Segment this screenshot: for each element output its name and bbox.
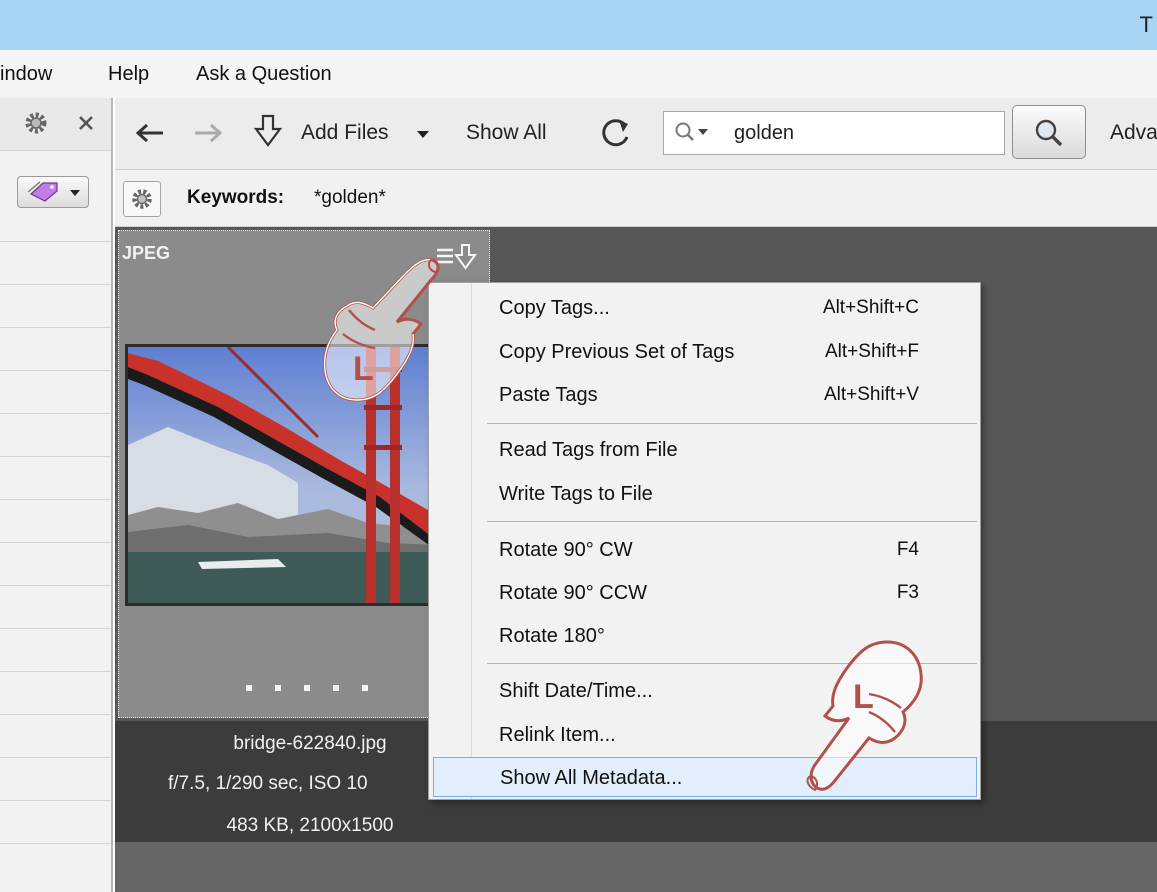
left-panel-header	[0, 98, 111, 151]
window-title: T	[1139, 12, 1153, 37]
menu-item-shortcut: Alt+Shift+V	[823, 384, 919, 405]
rating-dot[interactable]	[275, 685, 281, 691]
menu-item-label: Rotate 180°	[499, 625, 605, 647]
left-panel	[0, 98, 113, 892]
left-click-label: L	[853, 678, 874, 716]
file-size-dimensions: 483 KB, 2100x1500	[226, 815, 394, 836]
menu-item-label: Write Tags to File	[499, 483, 653, 505]
panel-divider	[0, 585, 111, 586]
menu-item-shortcut: F3	[896, 582, 919, 603]
menu-item-copy-tags[interactable]: Copy Tags... Alt+Shift+C	[471, 288, 977, 328]
rating-dot[interactable]	[304, 685, 310, 691]
pointing-hand-annotation: L	[806, 640, 923, 792]
menu-item-read-tags[interactable]: Read Tags from File	[471, 430, 977, 470]
close-icon[interactable]	[77, 114, 95, 132]
menu-window[interactable]: indow	[0, 63, 52, 86]
menu-separator	[487, 423, 977, 424]
menu-item-copy-previous-tags[interactable]: Copy Previous Set of Tags Alt+Shift+F	[471, 332, 977, 372]
panel-divider	[0, 499, 111, 500]
panel-divider	[0, 714, 111, 715]
menu-separator	[487, 521, 977, 522]
gear-icon[interactable]	[22, 109, 50, 137]
file-exif: f/7.5, 1/290 sec, ISO 10	[168, 773, 368, 794]
menu-item-label: Relink Item...	[499, 724, 616, 746]
panel-divider	[0, 284, 111, 285]
file-name: bridge-622840.jpg	[233, 733, 387, 754]
menu-item-label: Show All Metadata...	[500, 767, 683, 789]
keyword-filter-bar: Keywords: *golden*	[115, 170, 1157, 227]
panel-divider	[0, 671, 111, 672]
search-button[interactable]	[1012, 105, 1086, 159]
menu-item-label: Copy Previous Set of Tags	[499, 341, 735, 363]
tag-icon	[27, 181, 58, 202]
chevron-down-icon[interactable]	[416, 130, 430, 139]
content-bottom-strip	[115, 842, 1157, 892]
menu-item-label: Read Tags from File	[499, 439, 678, 461]
advanced-search-button[interactable]: Adva	[1110, 121, 1157, 145]
file-format-label: JPEG	[122, 243, 171, 263]
panel-divider	[0, 843, 111, 844]
menu-item-rotate-cw[interactable]: Rotate 90° CW F4	[471, 530, 977, 570]
rating-dot[interactable]	[246, 685, 252, 691]
gear-icon	[132, 189, 152, 209]
refresh-icon[interactable]	[599, 116, 633, 150]
menu-item-paste-tags[interactable]: Paste Tags Alt+Shift+V	[471, 375, 977, 415]
search-options-icon[interactable]	[674, 121, 712, 145]
menu-item-shortcut: F4	[896, 539, 919, 560]
panel-divider	[0, 241, 111, 242]
add-files-down-arrow-icon	[254, 114, 282, 147]
keyword-options-button[interactable]	[123, 181, 161, 217]
menu-item-label: Paste Tags	[499, 384, 598, 406]
rating-dot[interactable]	[333, 685, 339, 691]
panel-divider	[0, 542, 111, 543]
menu-ask-a-question[interactable]: Ask a Question	[196, 63, 332, 86]
menu-item-label: Shift Date/Time...	[499, 680, 653, 702]
menu-help[interactable]: Help	[108, 63, 149, 86]
chevron-down-icon	[70, 190, 80, 196]
panel-divider	[0, 628, 111, 629]
title-bar: T	[0, 0, 1157, 50]
panel-divider	[0, 800, 111, 801]
keywords-label: Keywords:	[187, 187, 285, 208]
search-input-value[interactable]: golden	[734, 122, 794, 145]
keywords-value: *golden*	[314, 187, 386, 208]
search-input[interactable]: golden	[663, 111, 1005, 155]
forward-arrow-icon[interactable]	[193, 122, 223, 144]
back-arrow-icon[interactable]	[135, 122, 165, 144]
menu-item-shortcut: Alt+Shift+F	[825, 341, 919, 362]
toolbar: Add Files Show All golden Adva	[115, 98, 1157, 170]
menu-item-label: Copy Tags...	[499, 297, 610, 319]
panel-divider	[0, 370, 111, 371]
panel-divider	[0, 757, 111, 758]
menu-item-label: Rotate 90° CCW	[499, 582, 648, 604]
add-files-button[interactable]: Add Files	[301, 121, 389, 145]
pointing-hand-annotation: L	[323, 258, 440, 402]
show-all-button[interactable]: Show All	[466, 121, 547, 145]
rating-dot[interactable]	[362, 685, 368, 691]
menu-item-label: Rotate 90° CW	[499, 539, 633, 561]
panel-divider	[0, 327, 111, 328]
panel-divider	[0, 413, 111, 414]
panel-divider	[0, 456, 111, 457]
menu-item-write-tags[interactable]: Write Tags to File	[471, 474, 977, 514]
search-icon	[1035, 119, 1063, 147]
tag-dropdown-button[interactable]	[17, 176, 89, 208]
menu-item-shortcut: Alt+Shift+C	[822, 297, 919, 318]
menu-item-rotate-ccw[interactable]: Rotate 90° CCW F3	[471, 573, 977, 613]
menu-bar: indow Help Ask a Question	[0, 50, 1157, 98]
left-click-label: L	[353, 350, 374, 388]
